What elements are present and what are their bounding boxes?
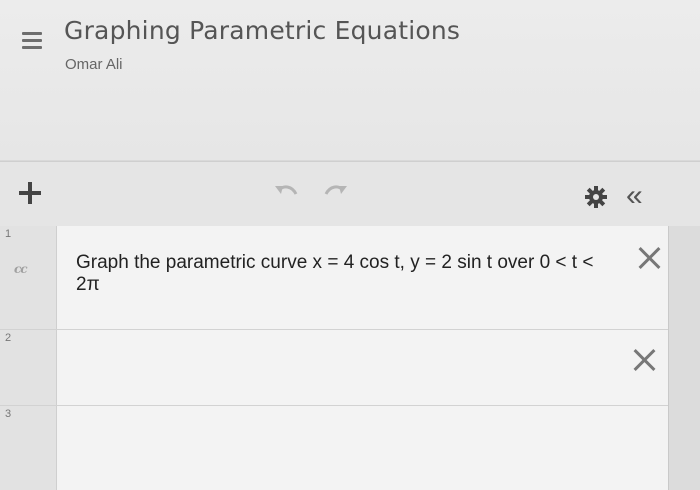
close-icon[interactable]: [638, 246, 662, 270]
expression-row[interactable]: 2: [0, 330, 668, 406]
hamburger-line: [22, 32, 42, 35]
expression-number: 3: [5, 408, 12, 420]
close-icon[interactable]: [633, 348, 657, 372]
graph-edge: [668, 226, 700, 490]
graph-title[interactable]: Graphing Parametric Equations: [64, 16, 460, 45]
expression-row[interactable]: 3: [0, 406, 668, 490]
note-quote-icon: cc: [14, 262, 28, 276]
gear-icon[interactable]: [584, 185, 608, 209]
header: Graphing Parametric Equations Omar Ali: [0, 0, 700, 160]
hamburger-line: [22, 46, 42, 49]
expression-number: 2: [5, 332, 12, 344]
expression-number: 1: [5, 228, 12, 240]
collapse-list-icon[interactable]: «: [626, 181, 643, 211]
hamburger-menu-icon[interactable]: [22, 30, 42, 52]
undo-icon[interactable]: [272, 180, 300, 200]
expression-list: 1 cc Graph the parametric curve x = 4 co…: [0, 226, 668, 490]
expression-row[interactable]: 1 cc Graph the parametric curve x = 4 co…: [0, 226, 668, 330]
redo-icon[interactable]: [322, 180, 350, 200]
plus-icon[interactable]: [17, 180, 43, 206]
author-name: Omar Ali: [65, 56, 123, 73]
note-text[interactable]: Graph the parametric curve x = 4 cos t, …: [76, 252, 622, 296]
hamburger-line: [22, 39, 42, 42]
